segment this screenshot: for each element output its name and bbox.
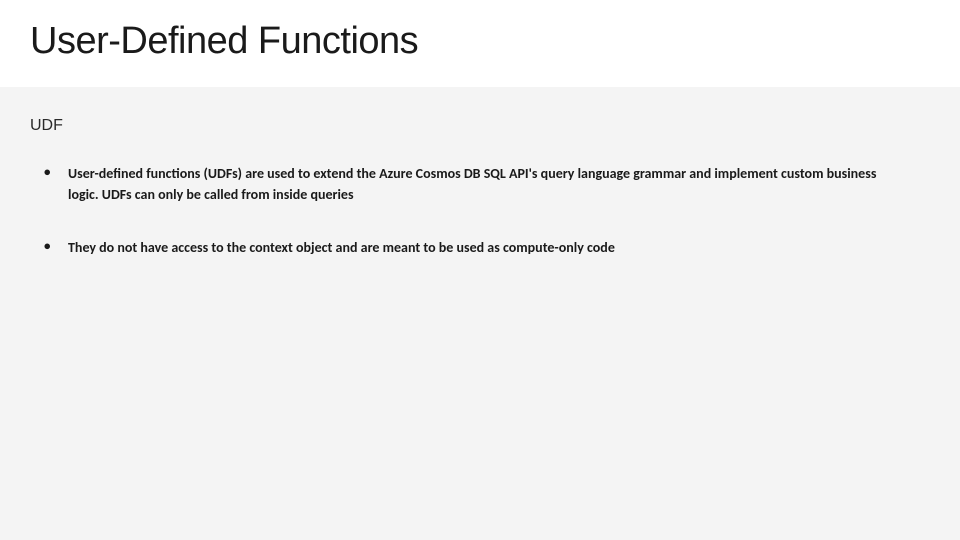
slide-title: User-Defined Functions bbox=[30, 20, 930, 63]
list-item: User-defined functions (UDFs) are used t… bbox=[44, 163, 904, 205]
content-area: UDF User-defined functions (UDFs) are us… bbox=[0, 87, 960, 258]
header-band: User-Defined Functions bbox=[0, 0, 960, 87]
bullet-list: User-defined functions (UDFs) are used t… bbox=[30, 163, 930, 258]
list-item: They do not have access to the context o… bbox=[44, 237, 904, 258]
section-heading: UDF bbox=[30, 117, 930, 135]
